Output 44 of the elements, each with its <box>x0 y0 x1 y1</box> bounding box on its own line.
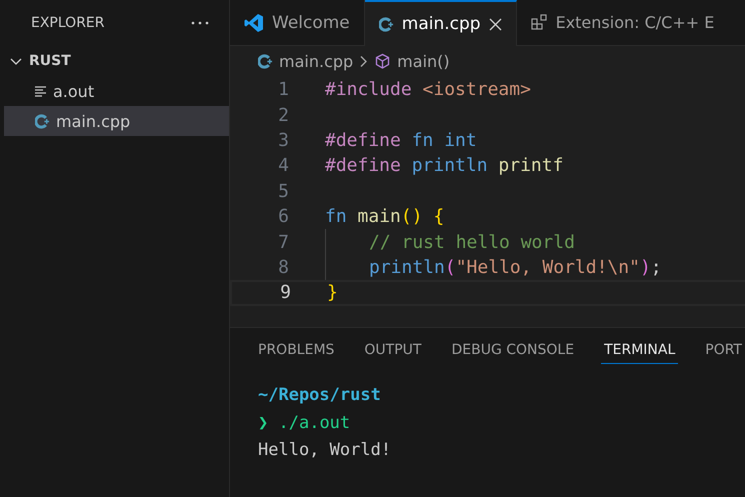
panel-title: EXPLORER <box>31 15 104 31</box>
line-number: 6 <box>277 206 289 228</box>
logo-icon <box>244 12 264 32</box>
editor-tab[interactable]: main.cpp <box>364 0 517 46</box>
panel-tab[interactable]: PORT <box>705 342 742 363</box>
editor-tab[interactable]: Welcome <box>230 0 365 45</box>
code-line: #include <iostream> <box>325 79 531 100</box>
code-line: // rust hello world <box>369 232 575 253</box>
panel-tab[interactable]: DEBUG CONSOLE <box>451 342 574 363</box>
more-icon[interactable] <box>191 21 209 25</box>
breadcrumb-item[interactable]: main.cpp <box>258 52 354 70</box>
cpp-file-icon <box>35 114 50 128</box>
prompt-symbol: ❯ <box>258 412 268 432</box>
terminal-command: ./a.out <box>278 412 350 432</box>
line-number: 5 <box>277 180 289 202</box>
close-icon[interactable] <box>488 18 502 30</box>
cpp-file-icon <box>378 16 394 32</box>
line-number: 4 <box>277 155 289 176</box>
code-line: #define println printf <box>325 155 564 176</box>
line-number: 8 <box>277 256 289 278</box>
chevron-icon <box>359 54 368 68</box>
folder-item[interactable]: RUST <box>0 46 229 76</box>
terminal-path: ~/Repos/rust <box>258 385 381 405</box>
cpp-file-icon <box>258 54 273 68</box>
file-item[interactable]: a.out <box>4 76 229 106</box>
code-line: #define fn int <box>325 130 477 151</box>
file-lines-icon <box>35 86 47 96</box>
breadcrumb-item[interactable]: main() <box>374 52 450 70</box>
line-number: 2 <box>277 104 289 126</box>
file-item[interactable]: main.cpp <box>4 106 229 136</box>
line-number: 3 <box>277 130 289 151</box>
panel-tab[interactable]: TERMINAL <box>601 342 678 364</box>
code-line: fn main() { <box>325 206 444 228</box>
editor-tab[interactable]: Extension: C/C++ E <box>516 0 714 45</box>
panel-tab[interactable]: OUTPUT <box>364 342 422 363</box>
code-line: } <box>327 282 338 304</box>
line-number: 9 <box>279 282 291 304</box>
line-number: 7 <box>277 232 289 253</box>
terminal-output: Hello, World! <box>258 440 392 460</box>
line-number: 1 <box>277 79 289 100</box>
cube-icon <box>374 52 392 70</box>
extension-icon <box>530 14 548 31</box>
panel-tab[interactable]: PROBLEMS <box>258 342 334 363</box>
code-line: println("Hello, World!\n"); <box>369 256 662 278</box>
